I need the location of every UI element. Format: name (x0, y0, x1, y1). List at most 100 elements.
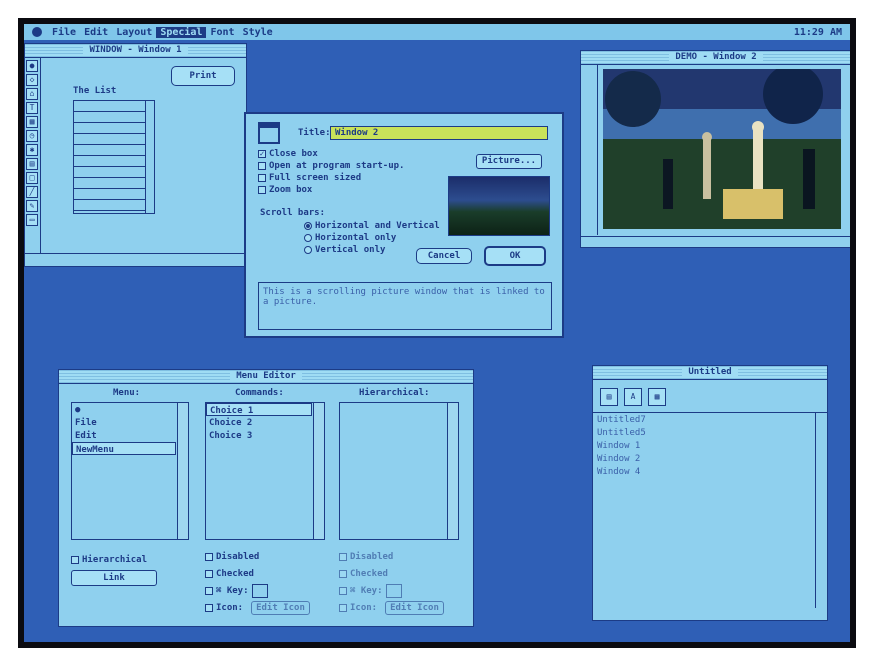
file-list: Untitled7 Untitled5 Window 1 Window 2 Wi… (593, 412, 827, 608)
untitled-window[interactable]: Untitled ▤ A ▦ Untitled7 Untitled5 Windo… (592, 365, 828, 621)
menu-editor-window[interactable]: Menu Editor Menu: Commands: Hierarchical… (58, 369, 474, 627)
hier-key-input[interactable] (385, 583, 402, 598)
command-key-checkbox[interactable] (205, 586, 213, 595)
hierarchical-option[interactable]: Hierarchical (71, 554, 147, 566)
menu-list-scrollbar[interactable] (177, 403, 188, 539)
description-text[interactable]: This is a scrolling picture window that … (258, 282, 552, 330)
option-full-screen[interactable]: Full screen sized (258, 172, 404, 184)
hier-checked-checkbox[interactable] (339, 569, 347, 578)
window-2-hscroll[interactable] (581, 236, 850, 247)
hierarchical-checkbox[interactable] (71, 556, 79, 564)
untitled-titlebar[interactable]: Untitled (593, 366, 827, 380)
file-item-window-2[interactable]: Window 2 (597, 454, 823, 467)
menu-special[interactable]: Special (156, 26, 207, 38)
hierarchical-list[interactable] (339, 402, 459, 540)
grid-tool-icon[interactable]: ▦ (26, 116, 38, 128)
command-checked-checkbox[interactable] (205, 569, 213, 578)
the-list-scrollbar[interactable] (145, 101, 154, 213)
command-icon-checkbox[interactable] (205, 603, 213, 612)
scroll-vertical-radio[interactable] (304, 246, 312, 254)
option-zoom-box[interactable]: Zoom box (258, 184, 404, 196)
window-2[interactable]: DEMO - Window 2 (580, 50, 850, 248)
command-key-option[interactable]: ⌘ Key: (205, 582, 310, 599)
command-key-input[interactable] (251, 583, 268, 598)
hier-disabled-checkbox[interactable] (339, 552, 347, 561)
menu-font[interactable]: Font (206, 27, 238, 38)
scroll-option-both[interactable]: Horizontal and Vertical (304, 220, 440, 232)
scroll-option-both-label: Horizontal and Vertical (315, 221, 440, 231)
title-input[interactable]: Window 2 (330, 126, 548, 140)
window-2-titlebar[interactable]: DEMO - Window 2 (581, 51, 850, 65)
hierarchical-list-scrollbar[interactable] (447, 403, 458, 539)
hier-key-checkbox[interactable] (339, 586, 347, 595)
pencil-tool-icon[interactable]: ✎ (26, 200, 38, 212)
scroll-horizontal-radio[interactable] (304, 234, 312, 242)
option-open-startup[interactable]: Open at program start-up. (258, 160, 404, 172)
command-icon-option[interactable]: Icon: Edit Icon (205, 599, 310, 616)
print-button[interactable]: Print (171, 66, 235, 86)
text-tool-icon[interactable]: T (26, 102, 38, 114)
option-close-box[interactable]: ✓ Close box (258, 148, 404, 160)
hierarchical-header: Hierarchical: (359, 388, 430, 398)
scroll-both-radio[interactable] (304, 222, 312, 230)
close-box-checkbox[interactable]: ✓ (258, 150, 266, 158)
command-item-choice-3[interactable]: Choice 3 (206, 429, 324, 442)
circle-tool-icon[interactable]: ● (26, 60, 38, 72)
menu-layout[interactable]: Layout (112, 27, 156, 38)
menu-file[interactable]: File (48, 27, 80, 38)
window-1[interactable]: WINDOW - Window 1 ● ◇ ⌂ T ▦ ◷ ✱ ▤ □ ╱ ✎ … (24, 43, 247, 267)
clock-tool-icon[interactable]: ◷ (26, 130, 38, 142)
command-item-choice-1[interactable]: Choice 1 (206, 403, 312, 416)
menu-item-apple[interactable]: ● (72, 403, 188, 416)
apple-menu-icon[interactable] (32, 27, 42, 37)
full-screen-checkbox[interactable] (258, 174, 266, 182)
ok-button[interactable]: OK (484, 246, 546, 266)
hier-checked-option[interactable]: Checked (339, 565, 444, 582)
window-2-vscroll[interactable] (587, 65, 598, 235)
hier-icon-checkbox[interactable] (339, 603, 347, 612)
file-item-window-4[interactable]: Window 4 (597, 467, 823, 480)
file-item-window-1[interactable]: Window 1 (597, 441, 823, 454)
hier-icon-option[interactable]: Icon: Edit Icon (339, 599, 444, 616)
alert-icon[interactable]: A (624, 388, 642, 406)
cancel-button[interactable]: Cancel (416, 248, 472, 264)
document-icon[interactable]: ▦ (648, 388, 666, 406)
gear-tool-icon[interactable]: ✱ (26, 144, 38, 156)
zoom-box-checkbox[interactable] (258, 186, 266, 194)
window-tool-icon[interactable]: ▤ (26, 158, 38, 170)
command-disabled-checkbox[interactable] (205, 552, 213, 561)
menu-style[interactable]: Style (239, 27, 277, 38)
commands-list-scrollbar[interactable] (313, 403, 324, 539)
command-key-label: ⌘ Key: (216, 585, 249, 596)
menu-item-file[interactable]: File (72, 416, 188, 429)
command-disabled-option[interactable]: Disabled (205, 548, 310, 565)
rect-tool-icon[interactable]: □ (26, 172, 38, 184)
window-1-hscroll[interactable] (25, 253, 246, 266)
page-tool-icon[interactable]: ▭ (26, 214, 38, 226)
file-item-untitled7[interactable]: Untitled7 (597, 415, 823, 428)
command-item-choice-2[interactable]: Choice 2 (206, 416, 324, 429)
menu-item-edit[interactable]: Edit (72, 429, 188, 442)
commands-list[interactable]: Choice 1 Choice 2 Choice 3 (205, 402, 325, 540)
picture-button[interactable]: Picture... (476, 154, 542, 169)
window-1-titlebar[interactable]: WINDOW - Window 1 (25, 44, 246, 58)
hier-edit-icon-button[interactable]: Edit Icon (385, 600, 444, 615)
desktop: File Edit Layout Special Font Style 11:2… (18, 18, 856, 648)
open-startup-checkbox[interactable] (258, 162, 266, 170)
hier-disabled-option[interactable]: Disabled (339, 548, 444, 565)
menu-list[interactable]: ● File Edit NewMenu (71, 402, 189, 540)
edit-icon-button[interactable]: Edit Icon (251, 600, 310, 615)
menu-edit[interactable]: Edit (80, 27, 112, 38)
scroll-option-horizontal[interactable]: Horizontal only (304, 232, 440, 244)
home-tool-icon[interactable]: ⌂ (26, 88, 38, 100)
file-item-untitled5[interactable]: Untitled5 (597, 428, 823, 441)
menu-editor-titlebar[interactable]: Menu Editor (59, 370, 473, 384)
file-list-scrollbar[interactable] (815, 413, 827, 608)
diamond-tool-icon[interactable]: ◇ (26, 74, 38, 86)
folder-icon[interactable]: ▤ (600, 388, 618, 406)
hier-key-option[interactable]: ⌘ Key: (339, 582, 444, 599)
link-button[interactable]: Link (71, 570, 157, 586)
line-tool-icon[interactable]: ╱ (26, 186, 38, 198)
command-checked-option[interactable]: Checked (205, 565, 310, 582)
menu-item-newmenu[interactable]: NewMenu (72, 442, 176, 455)
